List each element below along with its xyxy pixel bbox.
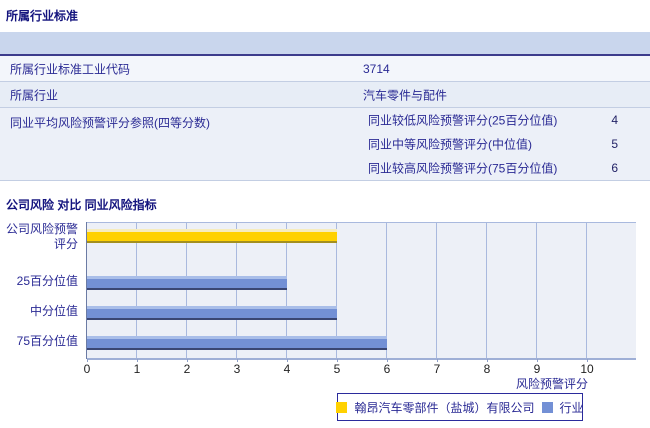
x-axis-tick-label: 7 (433, 362, 441, 376)
x-axis-tick-mark (387, 359, 388, 362)
subrow-value: 6 (611, 161, 618, 175)
table-subrow: 同业较低风险预警评分(25百分位值) 4 (0, 108, 650, 132)
x-axis-tick-label: 3 (233, 362, 241, 376)
x-axis-tick-mark (437, 359, 438, 362)
chart-title: 公司风险 对比 同业风险指标 (6, 198, 157, 212)
section-title-industry-standard: 所属行业标准 (6, 9, 79, 23)
x-axis-tick-mark (487, 359, 488, 362)
gridline (586, 223, 587, 358)
x-axis-tick-mark (287, 359, 288, 362)
legend-swatch-company (336, 401, 348, 413)
row-label: 所属行业 (10, 88, 59, 102)
y-axis-category-label: 公司风险预警评分 (5, 222, 78, 251)
subrow-label: 同业较高风险预警评分(75百分位值) (368, 161, 558, 176)
x-axis-title: 风险预警评分 (515, 377, 588, 391)
gridline (436, 223, 437, 358)
x-axis-tick-mark (587, 359, 588, 362)
x-axis-tick-label: 0 (83, 362, 91, 376)
table-subrow: 同业较高风险预警评分(75百分位值) 6 (0, 156, 650, 180)
x-axis-tick-mark (137, 359, 138, 362)
subrow-value: 5 (611, 137, 618, 151)
x-axis-tick-mark (537, 359, 538, 362)
y-axis-category-label: 25百分位值 (16, 274, 78, 288)
x-axis-tick-label: 8 (483, 362, 491, 376)
x-axis-tick-label: 10 (580, 362, 594, 376)
row-value: 汽车零件与配件 (363, 88, 448, 102)
x-axis-tick-label: 2 (183, 362, 191, 376)
table-subrow: 同业中等风险预警评分(中位值) 5 (0, 132, 650, 156)
page: 所属行业标准 所属行业标准工业代码 3714 所属行业 汽车零件与配件 同业平均… (0, 0, 650, 428)
y-axis-category-label: 中分位值 (29, 304, 78, 318)
y-axis-category-label: 75百分位值 (16, 334, 78, 348)
x-axis-tick-label: 4 (283, 362, 291, 376)
x-axis-tick-mark (187, 359, 188, 362)
legend-label-industry: 行业 (559, 400, 584, 415)
table-row: 同业平均风险预警评分参照(四等分数) 同业较低风险预警评分(25百分位值) 4 … (0, 108, 650, 180)
x-axis-tick-mark (237, 359, 238, 362)
chart-bar (87, 229, 337, 243)
plot-area (87, 222, 636, 360)
legend-label-company: 翰昂汽车零部件（盐城）有限公司 (354, 400, 535, 415)
x-axis-tick-label: 1 (133, 362, 141, 376)
gridline (536, 223, 537, 358)
chart-bar (87, 276, 287, 290)
chart-bar (87, 306, 337, 320)
chart-bar (87, 336, 387, 350)
table-header-band (0, 32, 650, 54)
row-label: 所属行业标准工业代码 (10, 62, 131, 76)
subrow-label: 同业中等风险预警评分(中位值) (368, 137, 532, 152)
gridline (486, 223, 487, 358)
x-axis-tick-mark (87, 359, 88, 362)
x-axis-tick-label: 9 (533, 362, 541, 376)
y-axis-line (86, 222, 87, 359)
x-axis-tick-mark (337, 359, 338, 362)
subrow-label: 同业较低风险预警评分(25百分位值) (368, 113, 558, 128)
x-axis-tick-label: 5 (333, 362, 341, 376)
table-row: 所属行业标准工业代码 3714 (0, 56, 650, 81)
legend-swatch-industry (541, 401, 553, 413)
chart-legend: 翰昂汽车零部件（盐城）有限公司 行业 (336, 393, 584, 421)
table-row: 所属行业 汽车零件与配件 (0, 82, 650, 107)
row-divider (0, 180, 650, 181)
row-value: 3714 (363, 61, 390, 76)
x-axis-tick-label: 6 (383, 362, 391, 376)
subrow-value: 4 (611, 113, 618, 127)
